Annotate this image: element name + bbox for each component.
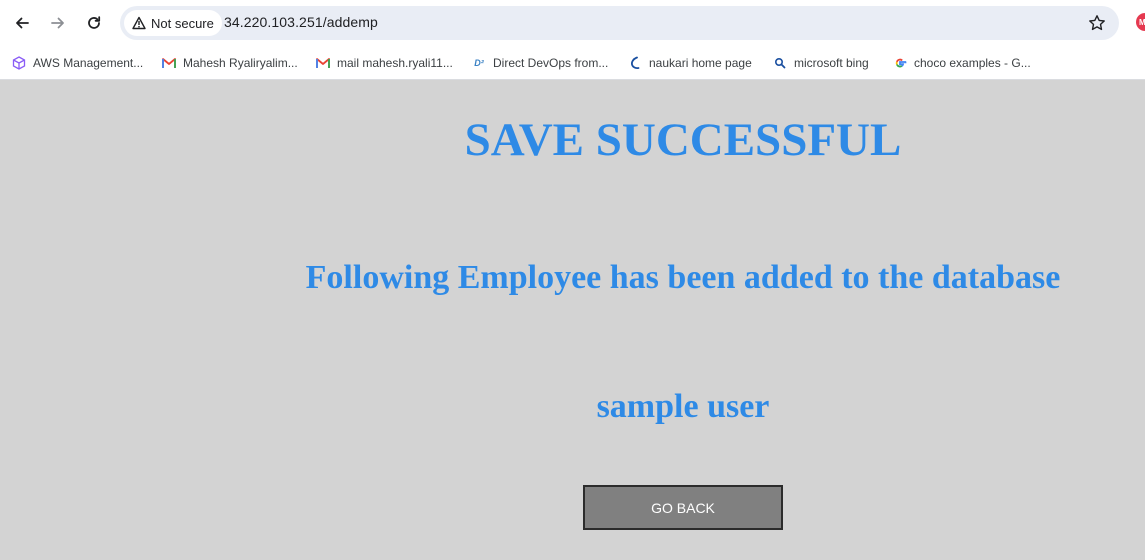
- url-text[interactable]: 34.220.103.251/addemp: [224, 14, 378, 30]
- security-indicator[interactable]: Not secure: [124, 10, 222, 36]
- address-bar[interactable]: Not secure 34.220.103.251/addemp: [120, 6, 1119, 40]
- gmail-icon: [162, 56, 176, 70]
- bookmark-label: naukari home page: [649, 56, 752, 70]
- page-title: SAVE SUCCESSFUL: [464, 114, 902, 166]
- reload-icon: [88, 16, 101, 29]
- naukri-icon: [628, 56, 642, 70]
- bookmark-label: mail mahesh.ryali11...: [337, 56, 453, 70]
- bookmark-label: Mahesh Ryaliryalim...: [183, 56, 298, 70]
- profile-avatar[interactable]: M: [1136, 13, 1145, 31]
- bing-search-icon: [773, 56, 787, 70]
- bookmark-mahesh-ryali[interactable]: Mahesh Ryaliryalim...: [162, 52, 298, 74]
- back-button[interactable]: [8, 9, 36, 37]
- page-content: SAVE SUCCESSFUL Following Employee has b…: [0, 81, 1145, 560]
- warning-triangle-icon: [132, 16, 146, 30]
- confirmation-message: Following Employee has been added to the…: [305, 259, 1061, 296]
- forward-arrow-icon: [51, 17, 64, 29]
- bookmarks-bar: AWS Management... Mahesh Ryaliryalim...: [0, 46, 1145, 80]
- back-arrow-icon: [16, 17, 29, 29]
- bookmark-naukari[interactable]: naukari home page: [628, 52, 752, 74]
- bookmark-direct-devops[interactable]: D² Direct DevOps from...: [472, 52, 608, 74]
- reload-button[interactable]: [80, 9, 108, 37]
- gmail-icon: [316, 56, 330, 70]
- security-label: Not secure: [151, 15, 214, 31]
- google-icon: [893, 56, 907, 70]
- bookmark-star-button[interactable]: [1087, 13, 1107, 33]
- bookmark-aws[interactable]: AWS Management...: [12, 52, 143, 74]
- browser-toolbar: Not secure 34.220.103.251/addemp M: [0, 0, 1145, 46]
- go-back-button[interactable]: GO BACK: [583, 485, 783, 530]
- forward-button[interactable]: [44, 9, 72, 37]
- bookmark-label: Direct DevOps from...: [493, 56, 609, 70]
- aws-cube-icon: [12, 56, 26, 70]
- devops-icon: D²: [474, 57, 484, 68]
- bookmark-label: choco examples - G...: [914, 56, 1031, 70]
- bookmark-microsoft-bing[interactable]: microsoft bing: [773, 52, 869, 74]
- star-icon: [1089, 15, 1105, 31]
- bookmark-label: microsoft bing: [794, 56, 869, 70]
- browser-window: Not secure 34.220.103.251/addemp M AWS M…: [0, 0, 1145, 560]
- bookmark-label: AWS Management...: [33, 56, 144, 70]
- employee-name: sample user: [596, 388, 770, 425]
- bookmark-choco-examples[interactable]: choco examples - G...: [893, 52, 1031, 74]
- bookmark-mail-mahesh[interactable]: mail mahesh.ryali11...: [316, 52, 453, 74]
